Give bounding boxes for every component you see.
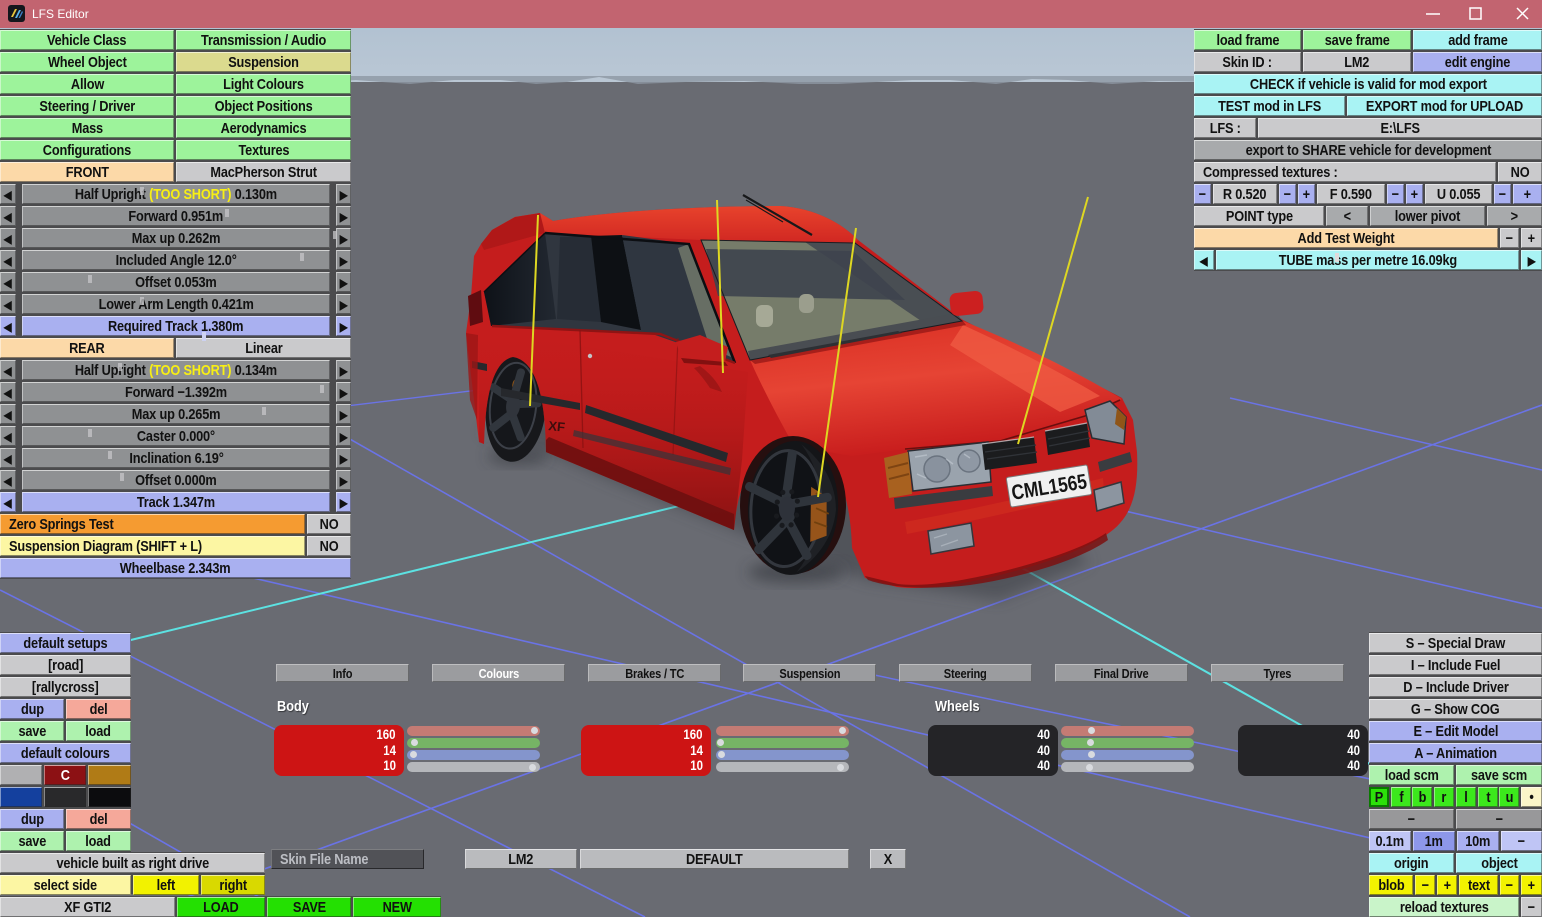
svg-text:XF: XF bbox=[548, 418, 566, 435]
